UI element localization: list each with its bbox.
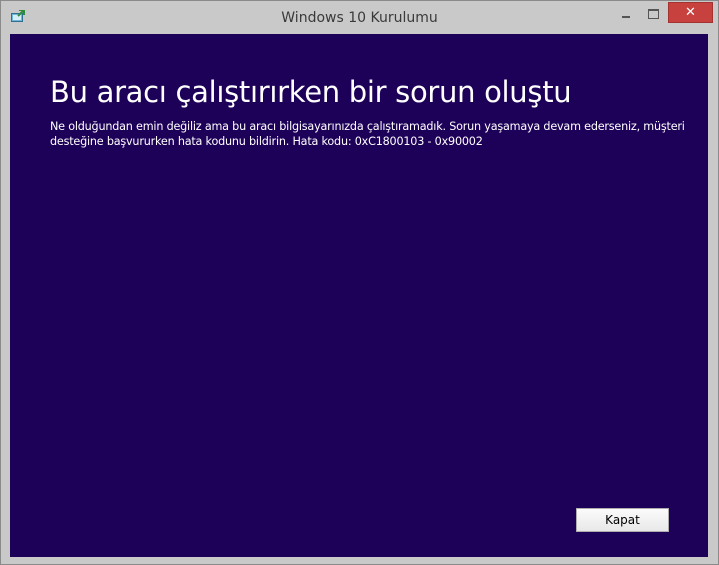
close-icon: ✕ [685,5,696,20]
minimize-icon [622,16,630,18]
title-bar[interactable]: Windows 10 Kurulumu ✕ [1,1,718,34]
error-message: Ne olduğundan emin değiliz ama bu aracı … [50,120,685,148]
maximize-button[interactable] [640,2,667,23]
close-window-button[interactable]: ✕ [668,2,713,23]
error-heading: Bu aracı çalıştırırken bir sorun oluştu [50,75,572,109]
minimize-button[interactable] [611,2,640,23]
close-button[interactable]: Kapat [576,508,669,532]
setup-window: Windows 10 Kurulumu ✕ Bu aracı çalıştırı… [0,0,719,565]
error-panel: Bu aracı çalıştırırken bir sorun oluştu … [10,34,708,557]
maximize-icon [648,9,659,19]
